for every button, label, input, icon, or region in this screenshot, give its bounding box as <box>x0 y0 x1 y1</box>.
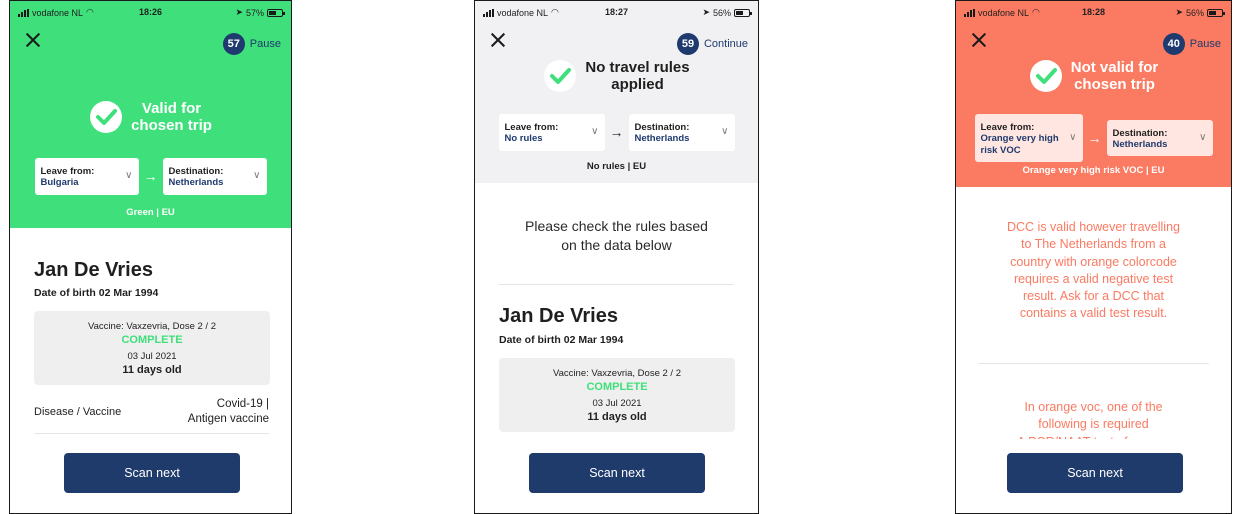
footer: Scan next <box>10 439 291 513</box>
divider <box>34 433 269 434</box>
scan-next-button[interactable]: Scan next <box>529 453 705 493</box>
chevron-down-icon: ∨ <box>125 170 133 182</box>
close-icon[interactable] <box>489 31 507 49</box>
footer: Scan next <box>475 439 758 513</box>
vaccine-status: COMPLETE <box>121 334 183 347</box>
status-row: Valid for chosen trip <box>10 100 291 135</box>
error-message: DCC is valid however travelling to The N… <box>1007 220 1180 321</box>
date-of-birth: Date of birth 02 Mar 1994 <box>499 334 624 346</box>
vaccine-dose: Vaccine: Vaxzevria, Dose 2 / 2 <box>553 368 681 379</box>
check-icon <box>90 101 123 134</box>
status-row: No travel rules applied <box>475 59 758 94</box>
vaccine-date: 03 Jul 2021 <box>592 397 642 409</box>
screen-valid: vodafone NL ◠ 18:26 ➤ 57% 57 Pause Valid… <box>9 0 292 514</box>
vaccine-dose: Vaccine: Vaxzevria, Dose 2 / 2 <box>88 321 216 332</box>
location-icon: ➤ <box>1175 7 1183 17</box>
holder-name: Jan De Vries <box>34 259 153 281</box>
chevron-down-icon: ∨ <box>253 170 261 182</box>
status-header-invalid: vodafone NL ◠ 18:28 ➤ 56% 40 Pause Not v… <box>956 1 1231 187</box>
disease-label: Disease / Vaccine <box>34 406 122 418</box>
status-bar: vodafone NL ◠ 18:26 ➤ 57% <box>10 1 291 21</box>
status-header-neutral: vodafone NL ◠ 18:27 ➤ 56% 59 Continue No… <box>475 1 758 183</box>
status-header-valid: vodafone NL ◠ 18:26 ➤ 57% 57 Pause Valid… <box>10 1 291 228</box>
status-row: Not valid for chosen trip <box>956 59 1231 94</box>
scan-next-button[interactable]: Scan next <box>64 453 240 493</box>
vaccine-card: Vaccine: Vaxzevria, Dose 2 / 2 COMPLETE … <box>499 358 735 432</box>
timer-button[interactable]: 57 Pause <box>222 33 281 55</box>
scan-next-button[interactable]: Scan next <box>1007 453 1183 493</box>
vaccine-date: 03 Jul 2021 <box>127 350 177 362</box>
arrow-right-icon: → <box>1087 130 1102 147</box>
destination-select[interactable]: Destination: Netherlands ∨ <box>1106 119 1213 157</box>
chevron-down-icon: ∨ <box>1069 132 1077 144</box>
leave-from-select[interactable]: Leave from: Bulgaria ∨ <box>34 158 139 195</box>
vaccine-card: Vaccine: Vaxzevria, Dose 2 / 2 COMPLETE … <box>34 311 270 385</box>
check-rules-message: Please check the rules based on the data… <box>525 218 708 253</box>
disease-value: Covid-19 | Antigen vaccine <box>187 398 269 425</box>
chevron-down-icon: ∨ <box>1199 132 1207 144</box>
route-selector: Leave from: No rules ∨ → Destination: Ne… <box>475 114 758 151</box>
destination-select[interactable]: Destination: Netherlands ∨ <box>162 158 267 195</box>
timer-count: 59 <box>676 33 699 55</box>
route-caption: Green | EU <box>126 207 175 218</box>
arrow-right-icon: → <box>143 168 158 185</box>
leave-from-select[interactable]: Leave from: No rules ∨ <box>498 114 605 151</box>
timer-label: Pause <box>249 38 281 50</box>
timer-label: Continue <box>703 38 748 50</box>
screen-no-rules: vodafone NL ◠ 18:27 ➤ 56% 59 Continue No… <box>474 0 759 514</box>
chevron-down-icon: ∨ <box>591 126 599 138</box>
date-of-birth: Date of birth 02 Mar 1994 <box>34 287 159 299</box>
route-caption: Orange very high risk VOC | EU <box>1022 165 1165 176</box>
battery-percent: 56% <box>1185 7 1204 18</box>
timer-label: Pause <box>1189 38 1221 50</box>
timer-count: 57 <box>222 33 245 55</box>
screen-not-valid: vodafone NL ◠ 18:28 ➤ 56% 40 Pause Not v… <box>955 0 1232 514</box>
timer-button[interactable]: 40 Pause <box>1162 33 1221 55</box>
battery-icon <box>267 8 285 17</box>
route-selector: Leave from: Orange very high risk VOC ∨ … <box>956 114 1231 163</box>
status-title: No travel rules applied <box>585 59 690 94</box>
status-bar: vodafone NL ◠ 18:28 ➤ 56% <box>956 1 1231 21</box>
location-icon: ➤ <box>702 7 710 17</box>
route-selector: Leave from: Bulgaria ∨ → Destination: Ne… <box>10 158 291 195</box>
close-icon[interactable] <box>24 31 42 49</box>
status-bar: vodafone NL ◠ 18:27 ➤ 56% <box>475 1 758 21</box>
location-icon: ➤ <box>235 7 243 17</box>
chevron-down-icon: ∨ <box>721 126 729 138</box>
close-icon[interactable] <box>970 31 988 49</box>
timer-button[interactable]: 59 Continue <box>676 33 748 55</box>
route-caption: No rules | EU <box>586 161 647 172</box>
vaccine-age: 11 days old <box>587 410 647 423</box>
destination-select[interactable]: Destination: Netherlands ∨ <box>628 114 735 151</box>
battery-percent: 56% <box>712 7 731 18</box>
vaccine-age: 11 days old <box>122 363 182 376</box>
check-icon <box>544 60 577 93</box>
status-title: Not valid for chosen trip <box>1070 59 1159 94</box>
timer-count: 40 <box>1162 33 1185 55</box>
status-title: Valid for chosen trip <box>131 100 212 135</box>
battery-percent: 57% <box>245 7 264 18</box>
leave-from-select[interactable]: Leave from: Orange very high risk VOC ∨ <box>974 114 1083 163</box>
check-icon <box>1029 60 1062 93</box>
divider <box>978 363 1209 364</box>
holder-name: Jan De Vries <box>499 305 618 327</box>
footer: Scan next <box>956 439 1231 513</box>
vaccine-status: COMPLETE <box>586 381 648 394</box>
divider <box>499 284 734 285</box>
battery-icon <box>1207 8 1225 17</box>
arrow-right-icon: → <box>609 124 624 141</box>
battery-icon <box>734 8 752 17</box>
